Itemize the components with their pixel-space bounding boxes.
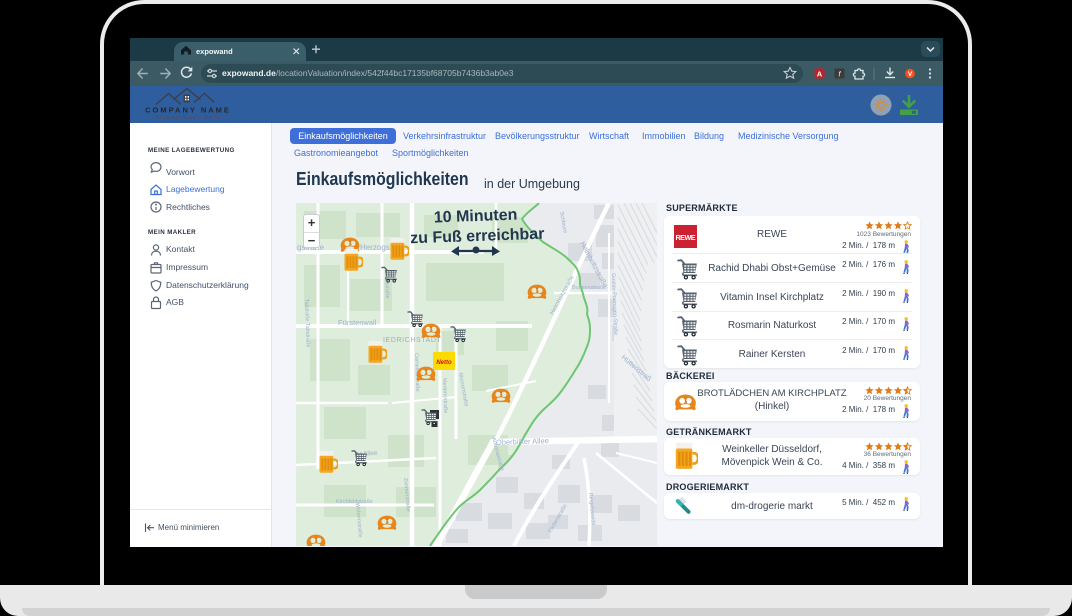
svg-text:V: V: [908, 71, 913, 78]
svg-text:Slogan Goes Here: Slogan Goes Here: [155, 115, 221, 121]
svg-text:Oberbilker Allee: Oberbilker Allee: [496, 436, 549, 447]
svg-text:IEDRICHSTADT: IEDRICHSTADT: [383, 337, 442, 344]
svg-text:Mertensstraße: Mertensstraße: [441, 378, 448, 414]
svg-text:COMPANY NAME: COMPANY NAME: [145, 106, 231, 115]
svg-text:Herzogs: Herzogs: [360, 243, 390, 252]
svg-text:10 Minuten: 10 Minuten: [434, 207, 518, 227]
svg-text:A: A: [817, 70, 823, 79]
svg-text:Fürstenwall: Fürstenwall: [338, 318, 377, 327]
svg-text:Bunsenstraße: Bunsenstraße: [572, 285, 606, 291]
